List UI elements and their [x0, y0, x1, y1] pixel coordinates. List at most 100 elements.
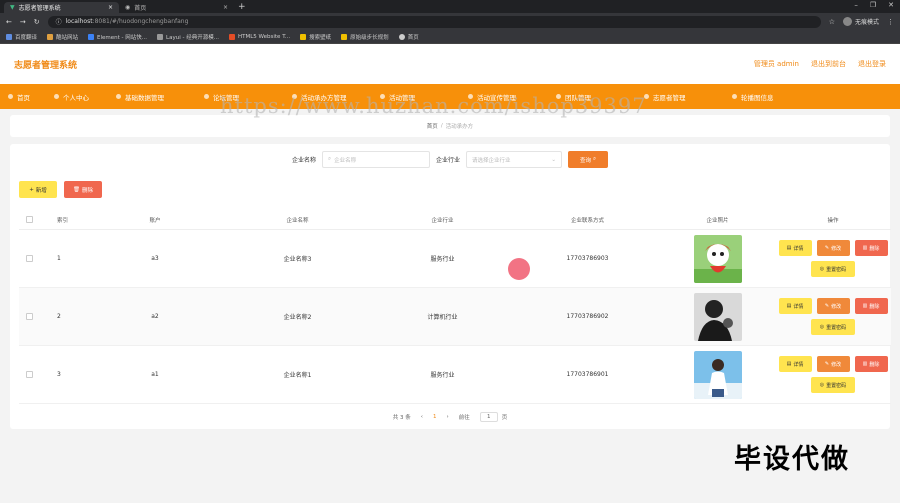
search-button[interactable]: 查询 ⌕	[568, 151, 609, 168]
search-bar: 企业名称 ⌕ 企业名称 企业行业 请选择企业行业 ⌄ 查询 ⌕	[10, 151, 890, 168]
nav-item-profile[interactable]: 个人中心	[54, 92, 116, 102]
url-field[interactable]: ⓘ localhost:8081/#/huodongchengbanfang	[47, 15, 821, 28]
nav-item-promotion[interactable]: 活动宣传管理	[468, 92, 556, 102]
edit-button[interactable]: ✎ 修改	[816, 356, 850, 372]
detail-label: 详情	[793, 361, 804, 368]
nav-item-forum[interactable]: 论坛管理	[204, 92, 292, 102]
nav-item-organizer[interactable]: 活动承办方管理	[292, 92, 380, 102]
detail-button[interactable]: ▤ 详情	[778, 298, 812, 314]
nav-item-home[interactable]: 首页	[8, 92, 54, 102]
nav-item-carousel[interactable]: 轮播图信息	[732, 92, 820, 102]
delete-button[interactable]: ▥ 删除	[854, 298, 888, 314]
front-link[interactable]: 退出到前台	[811, 59, 846, 69]
company-photo-boy[interactable]	[693, 350, 742, 399]
reset-icon: ◎	[819, 266, 825, 272]
delete-label: 删除	[869, 303, 880, 310]
new-tab-icon[interactable]: +	[238, 2, 246, 12]
add-button[interactable]: + 新增	[19, 181, 57, 198]
bookmark-icon	[300, 33, 307, 40]
bookmark-item[interactable]: Layui - 经典开源模...	[157, 33, 219, 41]
nav-item-volunteer[interactable]: 志愿者管理	[644, 92, 732, 102]
breadcrumb-home[interactable]: 首页	[427, 122, 438, 130]
reset-password-button[interactable]: ◎ 重置密码	[811, 377, 855, 393]
bookmark-item[interactable]: 百度翻译	[6, 33, 37, 41]
bookmark-item[interactable]: HTML5 Website T...	[228, 33, 290, 40]
back-icon[interactable]: ←	[6, 18, 12, 26]
detail-label: 详情	[793, 245, 804, 252]
header-user: 账户	[149, 217, 161, 224]
menu-icon[interactable]: ⋮	[887, 18, 894, 26]
profile-button[interactable]: 无痕模式	[842, 17, 879, 26]
batch-delete-button[interactable]: 🗑 删除	[64, 181, 102, 198]
nav-item-base-data[interactable]: 基础数据管理	[116, 92, 204, 102]
page-unit: 页	[501, 415, 508, 421]
row-checkbox[interactable]	[25, 371, 33, 378]
prev-page-icon[interactable]: ‹	[421, 414, 423, 420]
address-bar-row: ← → ↻ ⓘ localhost:8081/#/huodongchengban…	[0, 13, 900, 30]
cell-industry: 服务行业	[430, 372, 455, 379]
browser-tab[interactable]: ◉ 首页 ×	[119, 2, 234, 13]
close-window-icon[interactable]: ✕	[888, 1, 894, 9]
detail-button[interactable]: ▤ 详情	[778, 240, 812, 256]
edit-button[interactable]: ✎ 修改	[816, 240, 850, 256]
reset-password-button[interactable]: ◎ 重置密码	[811, 319, 855, 335]
row-actions: ▤ 详情 ✎ 修改 ▥ 删除 ◎ 重置密码	[775, 356, 891, 393]
cell-user: a3	[151, 255, 159, 262]
nav-icon	[8, 94, 13, 99]
bookmark-item[interactable]: 首页	[398, 33, 419, 41]
bookmark-item[interactable]: 原始级步长规划	[341, 33, 389, 41]
row-checkbox[interactable]	[25, 255, 33, 262]
bookmark-label: Element - 网站快...	[97, 34, 148, 41]
browser-tab-active[interactable]: ▼ 志愿者管理系统 ×	[4, 2, 119, 13]
nav-item-team[interactable]: 团队管理	[556, 92, 644, 102]
next-page-icon[interactable]: ›	[446, 414, 448, 420]
delete-button[interactable]: ▥ 删除	[854, 240, 888, 256]
name-label: 企业名称	[291, 157, 316, 164]
forward-icon[interactable]: →	[20, 18, 26, 26]
bookmark-item[interactable]: Element - 网站快...	[88, 33, 147, 41]
reload-icon[interactable]: ↻	[34, 18, 40, 26]
row-checkbox[interactable]	[25, 313, 33, 320]
company-photo-silhouette[interactable]	[693, 292, 742, 341]
nav-icon	[204, 94, 209, 99]
detail-label: 详情	[793, 303, 804, 310]
nav-item-activity[interactable]: 活动管理	[380, 92, 468, 102]
detail-button[interactable]: ▤ 详情	[778, 356, 812, 372]
nav-icon	[732, 94, 737, 99]
cell-index: 3	[57, 371, 61, 378]
reset-password-button[interactable]: ◎ 重置密码	[811, 261, 855, 277]
cell-user: a1	[151, 371, 159, 378]
data-table: 索引 账户 企业名称 企业行业 企业联系方式 企业照片 操作 1 a3 企业名称…	[19, 210, 891, 404]
close-icon[interactable]: ×	[108, 4, 113, 11]
bookmark-label: 百度翻译	[15, 34, 38, 41]
logout-link[interactable]: 退出登录	[858, 59, 886, 69]
goto-label: 前往	[458, 415, 470, 421]
reset-label: 重置密码	[826, 324, 847, 331]
company-photo-cartoon[interactable]	[693, 234, 742, 283]
nav-label: 基础数据管理	[125, 93, 164, 102]
search-icon: ⌕	[592, 156, 597, 162]
minimize-icon[interactable]: –	[854, 1, 858, 9]
bookmark-item[interactable]: 搜索壁纸	[300, 33, 331, 41]
select-all-checkbox[interactable]	[25, 216, 33, 223]
edit-button[interactable]: ✎ 修改	[816, 298, 850, 314]
maximize-icon[interactable]: ❐	[870, 1, 876, 9]
cell-industry: 计算机行业	[427, 314, 458, 321]
delete-button[interactable]: ▥ 删除	[854, 356, 888, 372]
trash-icon: 🗑	[73, 186, 80, 193]
bookmark-icon	[6, 33, 12, 40]
industry-select[interactable]: 请选择企业行业 ⌄	[466, 151, 563, 168]
industry-label: 企业行业	[436, 157, 461, 164]
header-image: 企业照片	[706, 217, 729, 224]
bookmark-item[interactable]: 酷站网站	[47, 33, 78, 41]
window-controls: – ❐ ✕	[854, 1, 894, 9]
detail-icon: ▤	[786, 245, 792, 251]
star-icon[interactable]: ☆	[829, 18, 835, 26]
company-name-input[interactable]: ⌕ 企业名称	[322, 151, 430, 168]
page-number[interactable]: 1	[433, 414, 437, 420]
nav-label: 论坛管理	[213, 93, 239, 102]
close-icon[interactable]: ×	[223, 4, 228, 11]
goto-input[interactable]: 1	[479, 412, 498, 422]
content-card: 企业名称 ⌕ 企业名称 企业行业 请选择企业行业 ⌄ 查询 ⌕ + 新增 🗑 删…	[10, 144, 891, 429]
cell-user: a2	[151, 313, 159, 320]
